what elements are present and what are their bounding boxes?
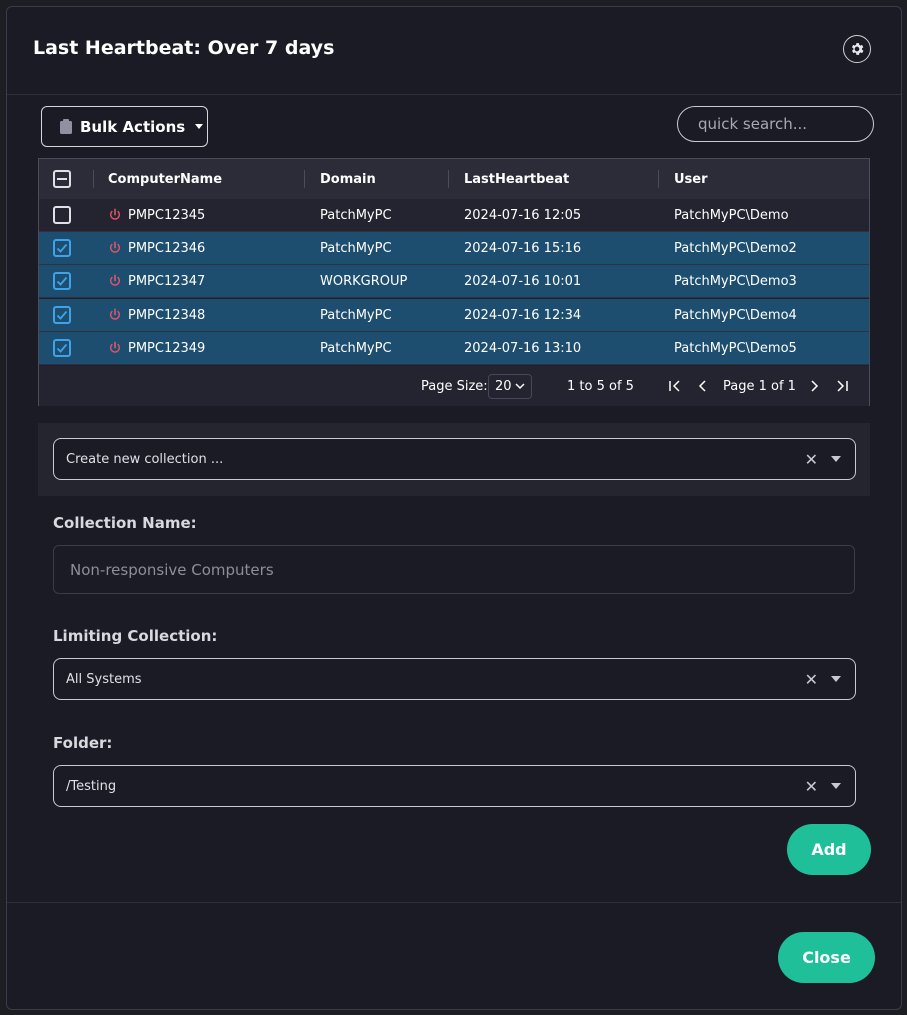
heartbeat-cell: 2024-07-16 10:01 — [464, 273, 582, 289]
limiting-collection-value: All Systems — [66, 671, 142, 687]
row-checkbox[interactable] — [53, 206, 71, 224]
add-button[interactable]: Add — [787, 824, 871, 875]
create-collection-panel: Create new collection ... ✕ — [38, 423, 870, 496]
user-cell: PatchMyPC\Demo3 — [674, 273, 797, 289]
table-row[interactable]: PMPC12348 PatchMyPC 2024-07-16 12:34 Pat… — [39, 299, 869, 332]
range-text: 1 to 5 of 5 — [567, 378, 634, 394]
row-checkbox[interactable] — [53, 272, 71, 290]
grid-pager: Page Size: 20 1 to 5 of 5 Page 1 of 1 — [39, 366, 869, 406]
caret-down-icon — [195, 124, 204, 129]
close-button[interactable]: Close — [778, 932, 875, 983]
last-page-button[interactable] — [835, 366, 849, 406]
power-icon — [109, 274, 121, 286]
grid-header: ComputerName Domain LastHeartbeat User — [39, 159, 869, 200]
domain-cell: WORKGROUP — [320, 273, 408, 289]
last-page-icon — [837, 380, 848, 392]
limiting-collection-select[interactable]: All Systems ✕ — [53, 658, 856, 700]
page-size-label: Page Size: — [421, 378, 488, 394]
create-collection-select[interactable]: Create new collection ... ✕ — [53, 438, 856, 480]
column-header-user[interactable]: User — [674, 159, 708, 199]
dialog-header: Last Heartbeat: Over 7 days — [7, 7, 901, 95]
user-cell: PatchMyPC\Demo5 — [674, 340, 797, 356]
prev-page-button[interactable] — [698, 366, 708, 406]
computer-name: PMPC12348 — [128, 307, 206, 323]
clipboard-icon — [60, 119, 72, 134]
collection-name-input[interactable] — [53, 545, 855, 594]
bulk-actions-button[interactable]: Bulk Actions — [41, 106, 208, 147]
checkmark-icon — [56, 243, 68, 253]
checkmark-icon — [56, 310, 68, 320]
dialog-title: Last Heartbeat: Over 7 days — [33, 37, 335, 59]
row-checkbox[interactable] — [53, 239, 71, 257]
caret-down-icon[interactable] — [831, 676, 841, 682]
folder-label: Folder: — [53, 734, 113, 752]
column-header-domain[interactable]: Domain — [320, 159, 376, 199]
column-header-computername[interactable]: ComputerName — [108, 159, 222, 199]
gear-icon — [851, 43, 864, 55]
heartbeat-cell: 2024-07-16 13:10 — [464, 340, 582, 356]
clear-icon[interactable]: ✕ — [805, 777, 818, 796]
clear-icon[interactable]: ✕ — [805, 670, 818, 689]
power-icon — [109, 308, 121, 320]
user-cell: PatchMyPC\Demo4 — [674, 307, 797, 323]
caret-down-icon[interactable] — [831, 456, 841, 462]
domain-cell: PatchMyPC — [320, 240, 392, 256]
settings-button[interactable] — [843, 35, 871, 63]
table-row[interactable]: PMPC12347 WORKGROUP 2024-07-16 10:01 Pat… — [39, 265, 869, 298]
user-cell: PatchMyPC\Demo2 — [674, 240, 797, 256]
caret-down-icon[interactable] — [831, 783, 841, 789]
table-row[interactable]: PMPC12345 PatchMyPC 2024-07-16 12:05 Pat… — [39, 199, 869, 232]
domain-cell: PatchMyPC — [320, 340, 392, 356]
footer-divider — [7, 902, 901, 903]
page-size-value: 20 — [495, 378, 512, 394]
first-page-button[interactable] — [668, 366, 682, 406]
chevron-down-icon — [515, 383, 525, 390]
computers-grid: ComputerName Domain LastHeartbeat User P… — [38, 158, 870, 406]
power-icon — [109, 208, 121, 220]
user-cell: PatchMyPC\Demo — [674, 207, 789, 223]
collection-name-label: Collection Name: — [53, 514, 197, 532]
limiting-collection-label: Limiting Collection: — [53, 627, 218, 645]
indeterminate-icon — [57, 178, 67, 180]
power-icon — [109, 241, 121, 253]
clear-icon[interactable]: ✕ — [805, 450, 818, 469]
create-collection-value: Create new collection ... — [66, 451, 224, 467]
column-header-lastheartbeat[interactable]: LastHeartbeat — [464, 159, 569, 199]
domain-cell: PatchMyPC — [320, 307, 392, 323]
heartbeat-cell: 2024-07-16 12:05 — [464, 207, 582, 223]
computer-name: PMPC12349 — [128, 340, 206, 356]
chevron-left-icon — [698, 380, 706, 392]
folder-value: /Testing — [66, 778, 117, 794]
first-page-icon — [669, 380, 680, 392]
select-all-checkbox[interactable] — [53, 170, 71, 188]
computer-name: PMPC12345 — [128, 207, 206, 223]
next-page-button[interactable] — [809, 366, 819, 406]
dialog: Last Heartbeat: Over 7 days Bulk Actions… — [6, 6, 902, 1010]
row-checkbox[interactable] — [53, 306, 71, 324]
page-size-select[interactable]: 20 — [488, 373, 532, 399]
computer-name: PMPC12346 — [128, 240, 206, 256]
folder-select[interactable]: /Testing ✕ — [53, 765, 856, 807]
domain-cell: PatchMyPC — [320, 207, 392, 223]
quick-search-input[interactable] — [677, 106, 874, 142]
row-checkbox[interactable] — [53, 339, 71, 357]
chevron-right-icon — [811, 380, 819, 392]
computer-name: PMPC12347 — [128, 273, 206, 289]
page-text: Page 1 of 1 — [723, 378, 796, 394]
table-row[interactable]: PMPC12346 PatchMyPC 2024-07-16 15:16 Pat… — [39, 232, 869, 265]
bulk-actions-label: Bulk Actions — [80, 117, 186, 136]
checkmark-icon — [56, 343, 68, 353]
checkmark-icon — [56, 276, 68, 286]
heartbeat-cell: 2024-07-16 15:16 — [464, 240, 582, 256]
heartbeat-cell: 2024-07-16 12:34 — [464, 307, 582, 323]
table-row[interactable]: PMPC12349 PatchMyPC 2024-07-16 13:10 Pat… — [39, 332, 869, 365]
power-icon — [109, 341, 121, 353]
